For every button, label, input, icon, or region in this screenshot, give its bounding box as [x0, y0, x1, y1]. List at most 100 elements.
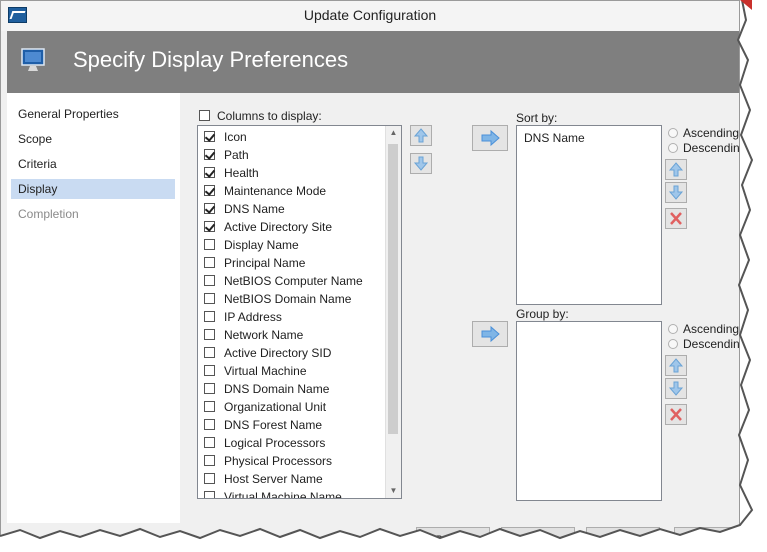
column-list-item[interactable]: Host Server Name	[204, 470, 384, 488]
column-checkbox[interactable]	[204, 311, 215, 322]
column-checkbox[interactable]	[204, 491, 215, 498]
columns-scrollbar[interactable]: ▲ ▼	[385, 126, 401, 498]
column-checkbox[interactable]	[204, 239, 215, 250]
column-list-item[interactable]: Health	[204, 164, 384, 182]
scroll-thumb[interactable]	[388, 144, 398, 434]
column-list-item[interactable]: Display Name	[204, 236, 384, 254]
finish-button[interactable]: Finish	[586, 527, 660, 539]
group-move-down-button[interactable]	[665, 378, 687, 399]
columns-list[interactable]: Icon Path Health Maintenance Mode DNS Name Ac…	[197, 125, 402, 499]
column-item-label: Path	[224, 148, 249, 162]
column-list-item[interactable]: NetBIOS Computer Name	[204, 272, 384, 290]
column-item-label: Active Directory Site	[224, 220, 333, 234]
column-list-item[interactable]: Physical Processors	[204, 452, 384, 470]
window-title: Update Configuration	[303, 7, 437, 23]
column-checkbox[interactable]	[204, 383, 215, 394]
arrow-down-icon	[668, 381, 684, 396]
column-checkbox[interactable]	[204, 149, 215, 160]
sort-by-label: Sort by:	[516, 111, 558, 125]
wizard-nav: General Properties Scope Criteria Displa…	[7, 93, 180, 523]
monitor-icon	[21, 48, 45, 71]
column-list-item[interactable]: Organizational Unit	[204, 398, 384, 416]
cancel-button[interactable]	[674, 527, 739, 539]
column-checkbox[interactable]	[204, 347, 215, 358]
group-descending-radio[interactable]	[668, 339, 678, 349]
sort-ascending-radio[interactable]	[668, 128, 678, 138]
column-checkbox[interactable]	[204, 167, 215, 178]
nav-item-scope[interactable]: Scope	[11, 129, 175, 149]
sort-remove-button[interactable]	[665, 208, 687, 229]
column-item-label: IP Address	[224, 310, 282, 324]
add-to-sort-button[interactable]	[472, 125, 508, 151]
column-checkbox[interactable]	[204, 401, 215, 412]
sort-move-up-button[interactable]	[665, 159, 687, 180]
group-remove-button[interactable]	[665, 404, 687, 425]
nav-item-completion: Completion	[18, 207, 79, 221]
previous-button[interactable]: < Previous	[416, 527, 490, 539]
column-checkbox[interactable]	[204, 329, 215, 340]
sort-by-item[interactable]: DNS Name	[524, 131, 585, 145]
page-title: Specify Display Preferences	[73, 47, 349, 72]
remove-x-icon	[670, 408, 682, 421]
column-item-label: Physical Processors	[224, 454, 333, 468]
column-checkbox[interactable]	[204, 131, 215, 142]
column-checkbox[interactable]	[204, 455, 215, 466]
arrow-down-icon	[413, 156, 429, 171]
nav-item-general-properties[interactable]: General Properties	[11, 104, 175, 124]
column-checkbox[interactable]	[204, 257, 215, 268]
column-list-item[interactable]: IP Address	[204, 308, 384, 326]
next-button[interactable]	[501, 527, 575, 539]
column-move-down-button[interactable]	[410, 153, 432, 174]
column-list-item[interactable]: Active Directory SID	[204, 344, 384, 362]
column-item-label: Health	[224, 166, 259, 180]
column-move-up-button[interactable]	[410, 125, 432, 146]
column-list-item[interactable]: Icon	[204, 128, 384, 146]
column-list-item[interactable]: DNS Forest Name	[204, 416, 384, 434]
column-list-item[interactable]: Active Directory Site	[204, 218, 384, 236]
column-checkbox[interactable]	[204, 221, 215, 232]
column-item-label: Maintenance Mode	[224, 184, 327, 198]
column-checkbox[interactable]	[204, 275, 215, 286]
group-ascending-radio[interactable]	[668, 324, 678, 334]
column-list-item[interactable]: Virtual Machine	[204, 362, 384, 380]
column-list-item[interactable]: DNS Domain Name	[204, 380, 384, 398]
column-item-label: Virtual Machine	[224, 364, 307, 378]
column-list-item[interactable]: DNS Name	[204, 200, 384, 218]
columns-select-all-checkbox[interactable]	[199, 110, 210, 121]
add-to-group-button[interactable]	[472, 321, 508, 347]
display-preferences-panel: Columns to display: Icon Path Health Mainte…	[181, 93, 740, 523]
column-checkbox[interactable]	[204, 365, 215, 376]
nav-item-display[interactable]: Display	[11, 179, 175, 199]
column-checkbox[interactable]	[204, 473, 215, 484]
column-list-item[interactable]: NetBIOS Domain Name	[204, 290, 384, 308]
column-checkbox[interactable]	[204, 437, 215, 448]
columns-label: Columns to display:	[217, 109, 322, 123]
column-checkbox[interactable]	[204, 203, 215, 214]
nav-item-criteria[interactable]: Criteria	[11, 154, 175, 174]
group-by-label: Group by:	[516, 307, 569, 321]
remove-x-icon	[670, 212, 682, 225]
sort-move-down-button[interactable]	[665, 182, 687, 203]
column-list-item[interactable]: Maintenance Mode	[204, 182, 384, 200]
sort-by-list[interactable]: DNS Name	[516, 125, 662, 305]
column-item-label: NetBIOS Domain Name	[224, 292, 352, 306]
scroll-up-icon[interactable]: ▲	[389, 128, 398, 138]
column-item-label: DNS Domain Name	[224, 382, 330, 396]
column-checkbox[interactable]	[204, 185, 215, 196]
arrow-right-icon	[481, 129, 500, 147]
dialog-window: Update Configuration Specify Display Pre…	[0, 0, 740, 540]
scroll-down-icon[interactable]: ▼	[389, 486, 398, 496]
column-list-item[interactable]: Virtual Machine Name	[204, 488, 384, 498]
arrow-up-icon	[668, 162, 684, 177]
column-checkbox[interactable]	[204, 419, 215, 430]
sort-descending-label: Descending	[683, 141, 740, 155]
sort-ascending-label: Ascending	[683, 126, 740, 140]
column-list-item[interactable]: Logical Processors	[204, 434, 384, 452]
column-list-item[interactable]: Principal Name	[204, 254, 384, 272]
column-checkbox[interactable]	[204, 293, 215, 304]
group-by-list[interactable]	[516, 321, 662, 501]
group-move-up-button[interactable]	[665, 355, 687, 376]
sort-descending-radio[interactable]	[668, 143, 678, 153]
column-list-item[interactable]: Path	[204, 146, 384, 164]
column-list-item[interactable]: Network Name	[204, 326, 384, 344]
